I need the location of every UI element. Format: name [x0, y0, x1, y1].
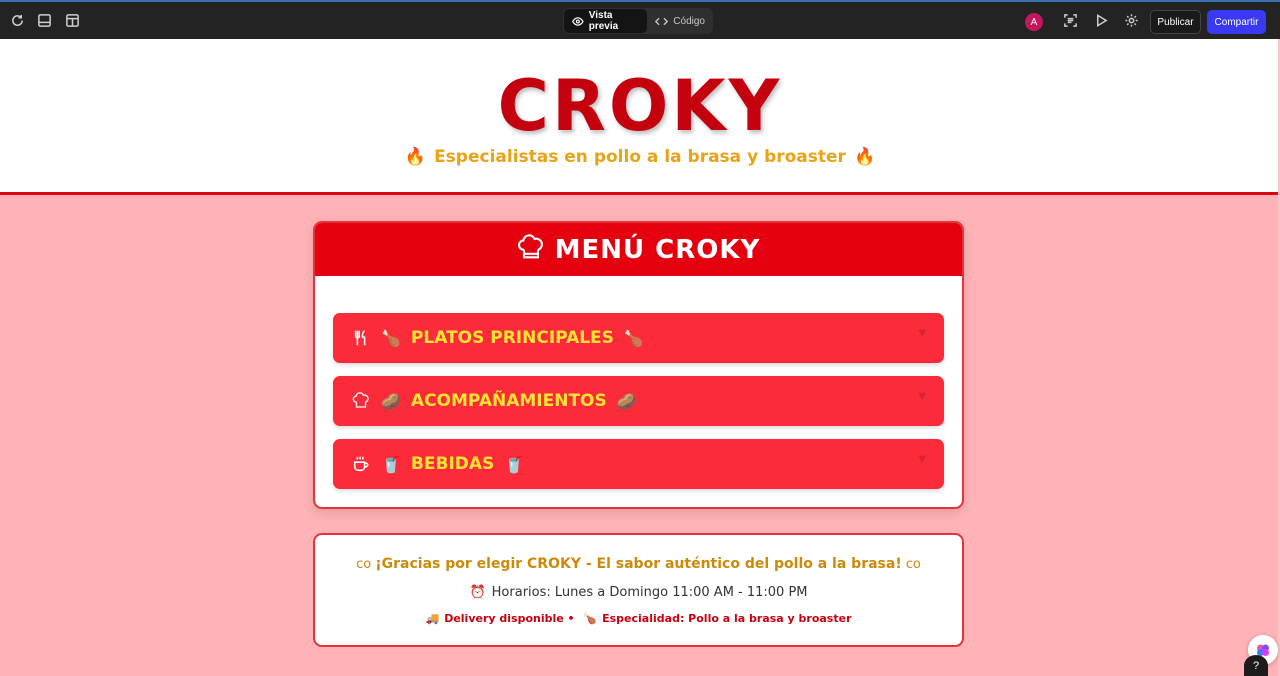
thanks-side-mark: co: [905, 557, 921, 572]
eye-icon: [572, 16, 584, 26]
code-tab-label: Código: [673, 15, 705, 27]
preview-tab[interactable]: Vista previa: [564, 9, 648, 33]
thanks-side-mark: co: [356, 557, 372, 572]
utensils-icon: [351, 328, 371, 348]
chef-hat-icon: [517, 233, 545, 266]
category-label: ACOMPAÑAMIENTOS: [410, 391, 607, 411]
layout-split-icon[interactable]: [63, 11, 81, 29]
tagline-text: Especialistas en pollo a la brasa y broa…: [434, 147, 846, 167]
cup-with-straw-icon: 🥤: [381, 454, 401, 474]
specialty-text: Especialidad: Pollo a la brasa y broaste…: [602, 612, 852, 625]
footer-card: co ¡Gracias por elegir CROKY - El sabor a…: [313, 533, 964, 647]
coffee-cup-icon: [351, 454, 371, 474]
fire-icon: 🔥: [404, 147, 427, 167]
cup-with-straw-icon: 🥤: [504, 454, 525, 474]
share-button[interactable]: Compartir: [1207, 10, 1266, 34]
tagline: 🔥 Especialistas en pollo a la brasa y bro…: [0, 147, 1280, 167]
potato-icon: 🥔: [381, 391, 401, 411]
refresh-icon[interactable]: [8, 11, 26, 29]
delivery-truck-icon: 🚚: [425, 612, 440, 625]
editor-toolbar: Vista previa Código A Publicar Compartir: [0, 0, 1280, 39]
view-mode-toggle: Vista previa Código: [563, 8, 713, 34]
menu-title: MENÚ CROKY: [554, 234, 761, 265]
category-label: BEBIDAS: [410, 454, 495, 474]
chevron-down-icon: ▼: [918, 454, 926, 465]
preview-tab-label: Vista previa: [588, 10, 619, 32]
chevron-down-icon: ▼: [918, 328, 926, 339]
category-bebidas[interactable]: 🥤 BEBIDAS 🥤 ▼: [333, 439, 944, 489]
drumstick-icon: 🍗: [623, 328, 644, 348]
drumstick-icon: 🍗: [381, 328, 401, 348]
scan-select-icon[interactable]: [1061, 11, 1079, 29]
drumstick-icon: 🍗: [583, 612, 598, 625]
alarm-clock-icon: ⏰: [469, 585, 486, 600]
potato-icon: 🥔: [616, 391, 637, 411]
category-platos-principales[interactable]: 🍗 PLATOS PRINCIPALES 🍗 ▼: [333, 313, 944, 363]
play-icon[interactable]: [1092, 11, 1110, 29]
delivery-info: 🚚 Delivery disponible • 🍗 Especialidad: Po…: [315, 612, 962, 625]
category-label: PLATOS PRINCIPALES: [410, 328, 614, 348]
menu-card: MENÚ CROKY 🍗 PLATOS PRINCIPALES 🍗 ▼ 🥔 AC…: [313, 221, 964, 509]
code-icon: [655, 17, 669, 25]
thanks-message: co ¡Gracias por elegir CROKY - El sabor a…: [315, 556, 962, 572]
menu-header: MENÚ CROKY: [315, 223, 962, 276]
chevron-down-icon: ▼: [918, 391, 926, 402]
brand-title: CROKY: [497, 65, 783, 147]
code-tab[interactable]: Código: [647, 9, 713, 33]
delivery-text: Delivery disponible •: [444, 612, 575, 625]
settings-gear-icon[interactable]: [1122, 11, 1140, 29]
layout-bottom-panel-icon[interactable]: [35, 11, 53, 29]
category-acompanamientos[interactable]: 🥔 ACOMPAÑAMIENTOS 🥔 ▼: [333, 376, 944, 426]
hours-text: Horarios: Lunes a Domingo 11:00 AM - 11:…: [491, 585, 808, 600]
chef-hat-icon: [351, 391, 371, 411]
thanks-text: ¡Gracias por elegir CROKY - El sabor aut…: [375, 556, 902, 572]
help-button[interactable]: ?: [1244, 655, 1268, 676]
avatar[interactable]: A: [1025, 13, 1043, 31]
opening-hours: ⏰ Horarios: Lunes a Domingo 11:00 AM - 11…: [315, 585, 962, 600]
site-header: CROKY 🔥 Especialistas en pollo a la brasa…: [0, 39, 1280, 195]
publish-button[interactable]: Publicar: [1150, 10, 1201, 34]
fire-icon: 🔥: [853, 147, 876, 167]
